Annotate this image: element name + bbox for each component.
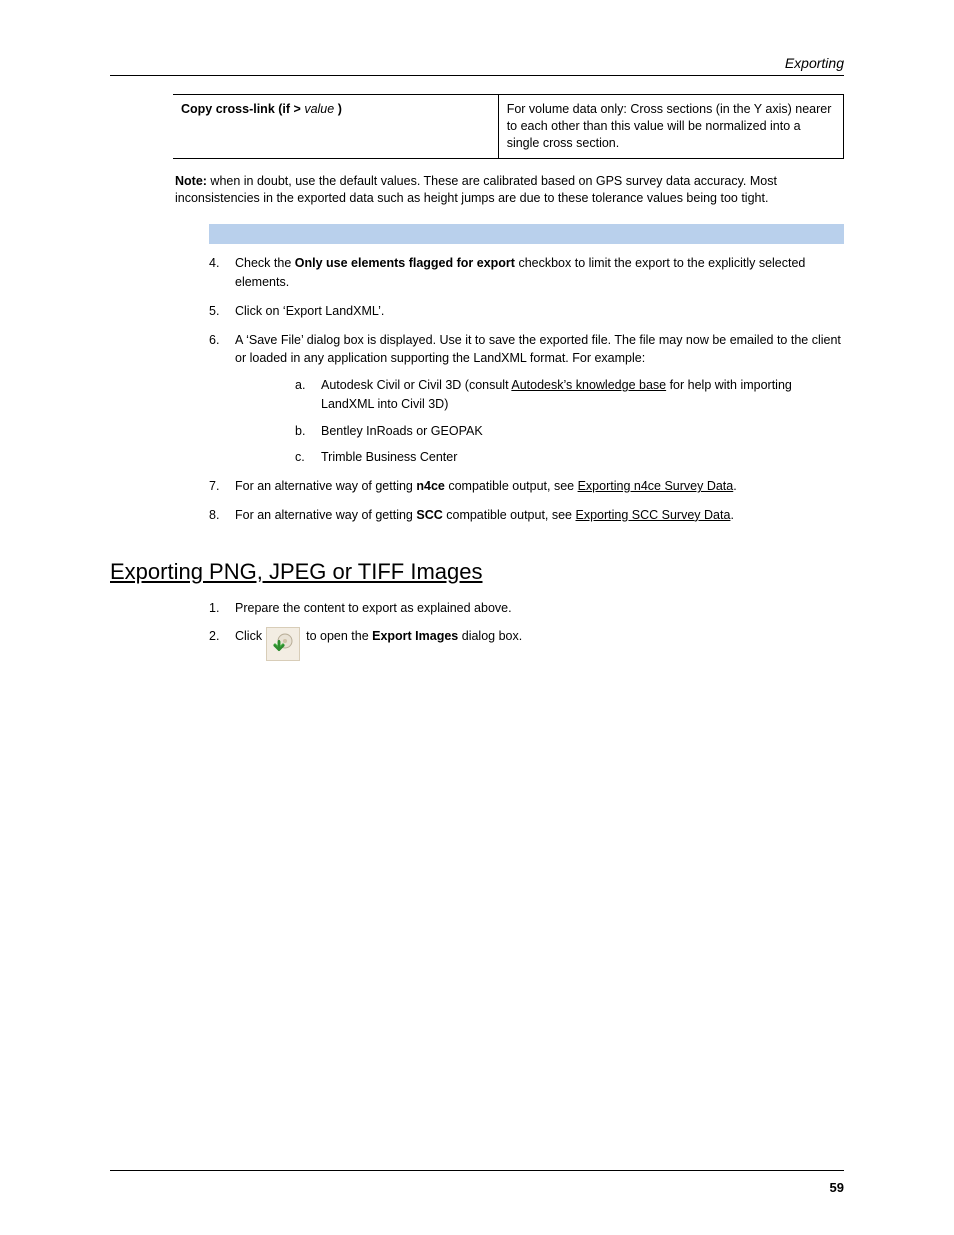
- section-title-export-images: Exporting PNG, JPEG or TIFF Images: [110, 559, 844, 585]
- s6a-pre: Autodesk Civil or Civil 3D (consult: [321, 378, 511, 392]
- export-images-steps: Prepare the content to export as explain…: [209, 599, 844, 662]
- table-cell-right: For volume data only: Cross sections (in…: [498, 95, 843, 159]
- page-number: 59: [830, 1180, 844, 1195]
- step6-c: Trimble Business Center: [295, 448, 844, 467]
- s7-link[interactable]: Exporting n4ce Survey Data: [578, 479, 734, 493]
- imgstep2-bold: Export Images: [372, 629, 458, 643]
- s7-mid1: n4ce: [416, 479, 445, 493]
- step-4: Check the Only use elements flagged for …: [209, 254, 844, 292]
- s8-pre: For an alternative way of getting: [235, 508, 416, 522]
- step-7: For an alternative way of getting n4ce c…: [209, 477, 844, 496]
- s7-pre: For an alternative way of getting: [235, 479, 416, 493]
- step6-text: A ‘Save File’ dialog box is displayed. U…: [235, 333, 841, 366]
- img-step-2: Click to open the Export Images dialog b…: [209, 627, 844, 661]
- step6-a: Autodesk Civil or Civil 3D (consult Auto…: [295, 376, 844, 414]
- imgstep2-post2: dialog box.: [458, 629, 522, 643]
- s8-link[interactable]: Exporting SCC Survey Data: [576, 508, 731, 522]
- s7-mid2: compatible output, see: [445, 479, 578, 493]
- step4-pre: Check the: [235, 256, 295, 270]
- header-rule: [110, 75, 844, 76]
- note-label: Note:: [175, 174, 207, 188]
- step-6: A ‘Save File’ dialog box is displayed. U…: [209, 331, 844, 468]
- note-box: Note: when in doubt, use the default val…: [175, 173, 842, 207]
- disc-arrow-icon: [271, 632, 295, 656]
- export-icon[interactable]: [266, 627, 300, 661]
- highlight-bar: [209, 224, 844, 244]
- running-header: Exporting: [110, 55, 844, 71]
- opt-label-tail: ): [338, 102, 342, 116]
- step6-b: Bentley InRoads or GEOPAK: [295, 422, 844, 441]
- s8-post: .: [730, 508, 733, 522]
- s8-mid1: SCC: [416, 508, 442, 522]
- imgstep2-post1: to open the: [306, 629, 372, 643]
- steps-list: Check the Only use elements flagged for …: [209, 254, 844, 524]
- opt-label: Copy cross-link (if >: [181, 102, 301, 116]
- step4-bold: Only use elements flagged for export: [295, 256, 515, 270]
- step-5: Click on ‘Export LandXML’.: [209, 302, 844, 321]
- note-text: when in doubt, use the default values. T…: [175, 174, 777, 205]
- s6a-link[interactable]: Autodesk’s knowledge base: [511, 378, 666, 392]
- tolerance-table: Copy cross-link (if > value ) For volume…: [173, 94, 844, 159]
- footer-rule: [110, 1170, 844, 1171]
- img-step-1: Prepare the content to export as explain…: [209, 599, 844, 618]
- s8-mid2: compatible output, see: [443, 508, 576, 522]
- table-cell-left: Copy cross-link (if > value ): [173, 95, 498, 159]
- step-8: For an alternative way of getting SCC co…: [209, 506, 844, 525]
- opt-value-hint: value: [304, 102, 334, 116]
- imgstep2-pre: Click: [235, 627, 262, 646]
- s7-post: .: [733, 479, 736, 493]
